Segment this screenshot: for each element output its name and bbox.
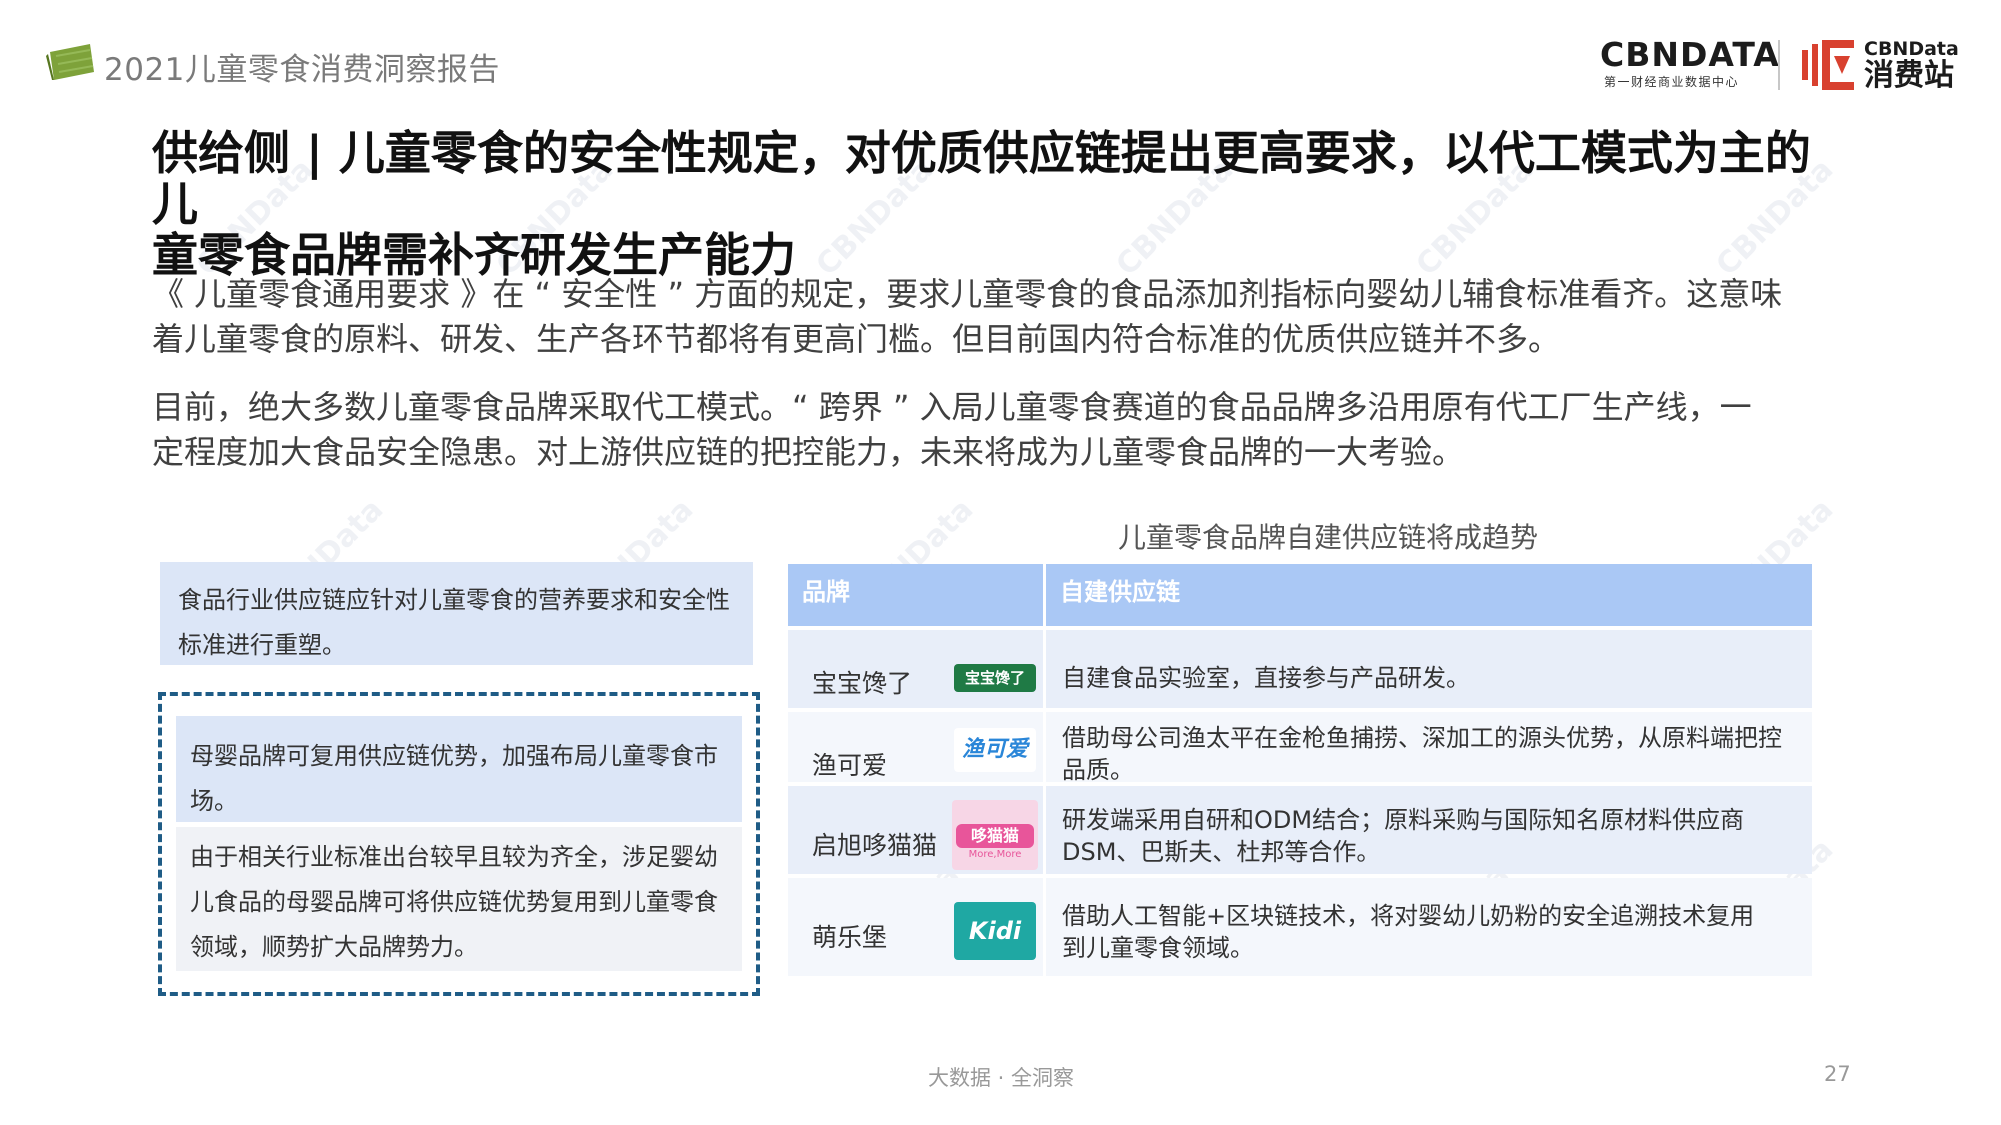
page-number: 27 <box>1824 1062 1851 1086</box>
table-header-brand: 品牌 <box>788 564 1043 626</box>
desc-line: 研发端采用自研和ODM结合；原料采购与国际知名原材料供应商 <box>1062 806 1745 834</box>
duomaomao-logo-sub: More,More <box>968 849 1022 860</box>
brand-name: 萌乐堡 <box>812 923 888 952</box>
maternal-brand-text: 母婴品牌可复用供应链优势，加强布局儿童零食市场。 <box>190 742 718 815</box>
desc-line: DSM、巴斯夫、杜邦等合作。 <box>1062 838 1381 866</box>
supply-chain-reshape-box: 食品行业供应链应针对儿童零食的营养要求和安全性标准进行重塑。 <box>160 562 753 665</box>
brand-name: 渔可爱 <box>812 751 888 780</box>
desc-line: 借助人工智能+区块链技术，将对婴幼儿奶粉的安全追溯技术复用 <box>1062 902 1755 930</box>
table-title: 儿童零食品牌自建供应链将成趋势 <box>1118 521 1539 554</box>
table-header-brand-label: 品牌 <box>802 578 850 606</box>
logo-divider <box>1778 40 1780 90</box>
duomaomao-logo-text: 哆猫猫 <box>956 824 1034 848</box>
supply-chain-desc: 研发端采用自研和ODM结合；原料采购与国际知名原材料供应商 DSM、巴斯夫、杜邦… <box>1062 804 1792 868</box>
supply-chain-desc: 借助母公司渔太平在金枪鱼捕捞、深加工的源头优势，从原料端把控品质。 <box>1062 724 1782 784</box>
xiaofeizhan-logo: CBNData 消费站 <box>1864 38 1959 92</box>
kidiclub-logo-text: Kidi <box>968 917 1022 945</box>
supply-chain-reshape-text: 食品行业供应链应针对儿童零食的营养要求和安全性标准进行重塑。 <box>178 586 730 659</box>
yukeai-logo: 渔可爱 <box>954 728 1036 772</box>
table-header-chain: 自建供应链 <box>1046 564 1812 626</box>
intro-paragraph-1: 《 儿童零食通用要求 》在 “ 安全性 ” 方面的规定，要求儿童零食的食品添加剂… <box>152 272 1852 362</box>
paragraph-line: 定程度加大食品安全隐患。对上游供应链的把控能力，未来将成为儿童零食品牌的一大考验… <box>152 433 1465 471</box>
report-book-icon <box>46 44 94 80</box>
cbndata-logo-text: CBNDATA <box>1600 35 1780 74</box>
duomaomao-logo: 哆猫猫 More,More <box>952 800 1038 870</box>
maternal-brand-detail-text: 由于相关行业标准出台较早且较为齐全，涉足婴幼儿食品的母婴品牌可将供应链优势复用到… <box>190 843 718 961</box>
table-header-chain-label: 自建供应链 <box>1060 578 1180 606</box>
headline-line-1: 供给侧 | 儿童零食的安全性规定，对优质供应链提出更高要求，以代工模式为主的儿 <box>152 126 1811 231</box>
desc-line: 到儿童零食领域。 <box>1062 934 1254 962</box>
maternal-brand-detail-box: 由于相关行业标准出台较早且较为齐全，涉足婴幼儿食品的母婴品牌可将供应链优势复用到… <box>176 827 742 971</box>
baobaochanle-logo: 宝宝馋了 <box>954 664 1036 692</box>
page-headline: 供给侧 | 儿童零食的安全性规定，对优质供应链提出更高要求，以代工模式为主的儿 … <box>152 128 1852 281</box>
kidiclub-logo: Kidi <box>954 902 1036 960</box>
xiaofeizhan-logo-icon <box>1802 40 1854 90</box>
paragraph-line: 着儿童零食的原料、研发、生产各环节都将有更高门槛。但目前国内符合标准的优质供应链… <box>152 320 1561 358</box>
xiaofeizhan-logo-cn: 消费站 <box>1864 58 1954 93</box>
xiaofeizhan-logo-en: CBNData <box>1864 38 1959 60</box>
brand-name: 宝宝馋了 <box>812 669 913 698</box>
intro-paragraph-2: 目前，绝大多数儿童零食品牌采取代工模式。“ 跨界 ” 入局儿童零食赛道的食品品牌… <box>152 385 1852 475</box>
footer-tagline: 大数据 · 全洞察 <box>928 1066 1075 1090</box>
baobaochanle-logo-text: 宝宝馋了 <box>964 669 1025 687</box>
supply-chain-desc: 借助人工智能+区块链技术，将对婴幼儿奶粉的安全追溯技术复用 到儿童零食领域。 <box>1062 900 1792 964</box>
paragraph-line: 目前，绝大多数儿童零食品牌采取代工模式。“ 跨界 ” 入局儿童零食赛道的食品品牌… <box>152 388 1752 426</box>
brand-name: 启旭哆猫猫 <box>812 831 938 860</box>
report-title: 2021儿童零食消费洞察报告 <box>104 52 500 88</box>
yukeai-logo-text: 渔可爱 <box>961 737 1028 762</box>
maternal-brand-box: 母婴品牌可复用供应链优势，加强布局儿童零食市场。 <box>176 716 742 822</box>
cbndata-logo-subtitle: 第一财经商业数据中心 <box>1604 75 1740 89</box>
paragraph-line: 《 儿童零食通用要求 》在 “ 安全性 ” 方面的规定，要求儿童零食的食品添加剂… <box>152 275 1783 313</box>
cbndata-logo: CBNDATA 第一财经商业数据中心 <box>1600 35 1780 94</box>
supply-chain-desc: 自建食品实验室，直接参与产品研发。 <box>1062 664 1470 692</box>
